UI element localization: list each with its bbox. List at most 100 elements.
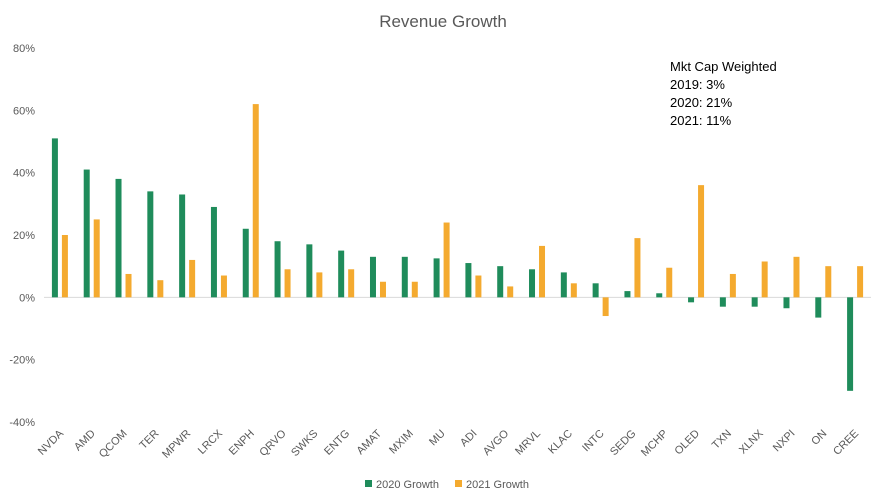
x-tick-label: AMD	[72, 428, 98, 454]
x-tick-label: MPWR	[160, 428, 193, 461]
y-tick-label: 80%	[13, 43, 35, 55]
bar-2020-mchp	[656, 293, 663, 298]
bar-2020-swks	[306, 244, 313, 298]
bar-2020-mxim	[401, 256, 408, 298]
annotation-box: Mkt Cap Weighted 2019: 3% 2020: 21% 2021…	[670, 59, 777, 128]
chart-title: Revenue Growth	[379, 12, 507, 31]
bar-2021-mu	[443, 222, 450, 298]
legend-swatch-2021	[455, 480, 462, 487]
y-tick-label: 0%	[19, 292, 35, 304]
bar-2021-mxim	[411, 281, 418, 298]
x-tick-label: QRVO	[257, 427, 289, 459]
legend-label-2021: 2021 Growth	[466, 479, 529, 491]
y-tick-label: 20%	[13, 230, 35, 242]
bar-2020-mrvl	[529, 269, 536, 298]
bar-2021-txn	[729, 273, 736, 298]
x-tick-label: ENTG	[322, 428, 352, 458]
bar-2020-lrcx	[210, 206, 217, 298]
annotation-title: Mkt Cap Weighted	[670, 59, 777, 74]
bar-2020-xlnx	[751, 297, 758, 307]
x-tick-label: MU	[427, 428, 448, 449]
x-tick-label: AMAT	[355, 427, 385, 457]
bar-2020-adi	[465, 263, 472, 298]
revenue-growth-chart: Revenue Growth -40% -20% 0% 20% 40% 60% 80% NV…	[9, 12, 871, 491]
x-tick-label: SWKS	[289, 428, 320, 459]
bar-2021-entg	[348, 269, 355, 298]
bar-2020-klac	[560, 272, 567, 298]
bar-2020-qrvo	[274, 241, 281, 298]
x-tick-label: TXN	[710, 428, 734, 452]
x-tick-label: NVDA	[36, 427, 67, 458]
bar-2021-enph	[252, 104, 259, 298]
bar-2021-avgo	[507, 286, 514, 298]
x-tick-label: KLAC	[546, 428, 575, 457]
bar-2020-mu	[433, 258, 440, 298]
x-tick-label: INTC	[580, 428, 607, 455]
bar-2021-intc	[602, 297, 609, 317]
bar-2020-on	[815, 297, 822, 318]
x-tick-label: ADI	[458, 428, 479, 449]
y-tick-label: 60%	[13, 105, 35, 117]
bars	[51, 104, 864, 391]
x-tick-label: NXPI	[771, 428, 798, 455]
bar-2021-nvda	[61, 235, 68, 298]
x-tick-label: QCOM	[97, 428, 130, 461]
bar-2021-qrvo	[284, 269, 291, 298]
bar-2020-oled	[688, 297, 695, 303]
x-tick-label: TER	[137, 428, 161, 452]
legend-label-2020: 2020 Growth	[376, 479, 439, 491]
x-tick-label: SEDG	[608, 428, 639, 459]
y-tick-label: 40%	[13, 168, 35, 180]
bar-2020-nxpi	[783, 297, 790, 309]
x-tick-label: XLNX	[737, 427, 766, 456]
bar-2021-klac	[570, 283, 577, 298]
x-tick-label: MRVL	[513, 428, 543, 458]
bar-2020-enph	[242, 228, 249, 298]
y-tick-label: -20%	[9, 355, 35, 367]
x-tick-label: ON	[809, 428, 829, 448]
bar-2021-cree	[857, 266, 864, 298]
bar-2020-ter	[147, 191, 154, 298]
annotation-line: 2021: 11%	[670, 113, 732, 128]
y-tick-label: -40%	[9, 417, 35, 429]
legend: 2020 Growth 2021 Growth	[365, 479, 529, 491]
bar-2021-swks	[316, 272, 323, 298]
legend-swatch-2020	[365, 480, 372, 487]
x-tick-label: ENPH	[227, 428, 257, 458]
bar-2021-ter	[157, 280, 164, 298]
bar-2020-entg	[338, 250, 345, 298]
x-axis: NVDA AMD QCOM TERMPWR LRCX ENPH QRVO SWKS ENTG AM…	[36, 427, 861, 461]
bar-2020-mpwr	[179, 194, 186, 298]
x-tick-label: MXIM	[387, 428, 416, 457]
bar-2021-lrcx	[220, 275, 227, 298]
x-tick-label: MCHP	[639, 428, 670, 459]
bar-2020-amat	[369, 256, 376, 298]
x-tick-label: LRCX	[196, 427, 226, 457]
bar-2020-avgo	[497, 266, 504, 298]
bar-2021-amd	[93, 219, 100, 298]
bar-2020-qcom	[115, 178, 122, 298]
x-tick-label: CREE	[831, 428, 861, 458]
bar-2020-nvda	[51, 138, 58, 298]
bar-2020-txn	[719, 297, 726, 307]
x-tick-label: AVGO	[481, 427, 512, 458]
bar-2021-on	[825, 266, 832, 298]
bar-2020-cree	[847, 297, 854, 391]
bar-2021-amat	[379, 281, 386, 298]
bar-2021-mpwr	[189, 259, 196, 298]
annotation-line: 2020: 21%	[670, 95, 733, 110]
bar-2021-adi	[475, 275, 482, 298]
bar-2021-mchp	[666, 267, 673, 298]
x-tick-label: OLED	[673, 428, 703, 458]
y-axis: -40% -20% 0% 20% 40% 60% 80%	[9, 43, 35, 429]
bar-2020-intc	[592, 283, 599, 298]
annotation-line: 2019: 3%	[670, 77, 725, 92]
bar-2021-mrvl	[539, 245, 546, 298]
bar-2021-sedg	[634, 238, 641, 298]
bar-2021-oled	[698, 185, 705, 298]
bar-2021-nxpi	[793, 256, 800, 298]
bar-2021-qcom	[125, 273, 132, 298]
bar-2020-sedg	[624, 291, 631, 298]
bar-2021-xlnx	[761, 261, 768, 298]
bar-2020-amd	[83, 169, 90, 298]
